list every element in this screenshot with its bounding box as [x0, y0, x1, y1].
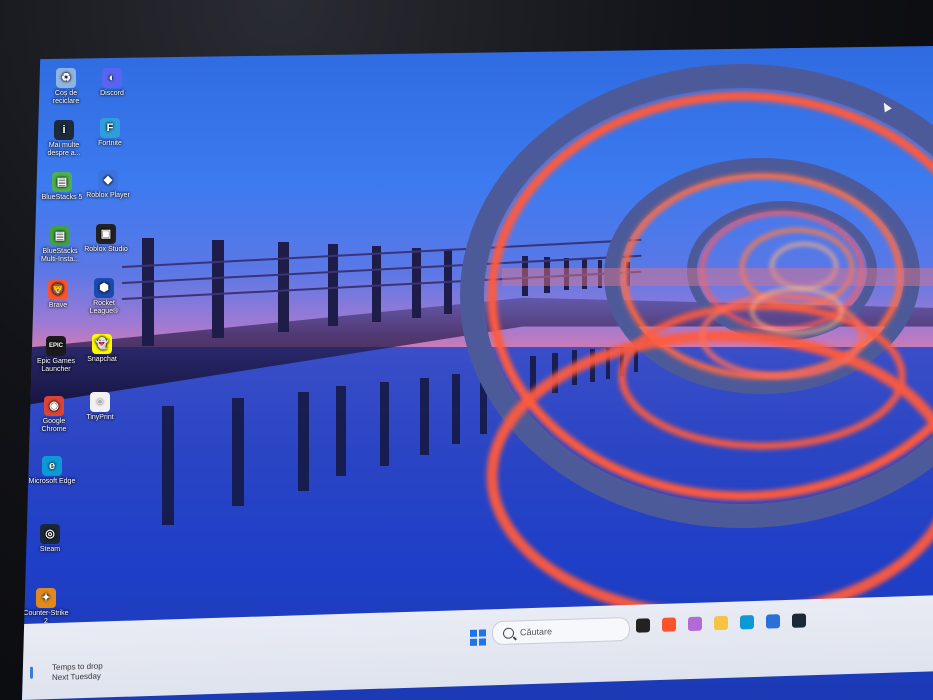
desktop-icon-edge[interactable]: e Microsoft Edge [28, 456, 76, 486]
desktop-icon-bluestacks[interactable]: ▤ BlueStacks 5 [38, 172, 86, 202]
search-placeholder: Căutare [520, 626, 553, 638]
desktop-icon-steam[interactable]: ◎ Steam [26, 524, 74, 554]
snapchat-icon: 👻 [92, 334, 112, 354]
desktop-icon-label: Rocket League® [89, 300, 119, 315]
file-explorer-icon[interactable] [714, 615, 728, 631]
windows-start-icon[interactable] [470, 629, 486, 646]
roblox-studio-icon: ▣ [96, 224, 116, 244]
copilot-icon[interactable] [688, 616, 702, 632]
desktop-icon-label: Roblox Player [86, 192, 130, 199]
epic-games-icon: EPIC [46, 336, 66, 356]
desktop-icon-label: Mai multe despre a... [47, 142, 81, 157]
desktop-icon-recycle-bin[interactable]: ♻ Coș de reciclare [42, 68, 90, 106]
roblox-icon: ◆ [98, 170, 118, 190]
store-icon[interactable] [766, 614, 780, 629]
desktop-icon-rocket-league[interactable]: ⬢ Rocket League® [80, 278, 128, 316]
desktop-icon-label: Discord [100, 90, 124, 97]
desktop-icon-epic-games[interactable]: EPIC Epic Games Launcher [32, 336, 80, 374]
desktop-icon-brave[interactable]: 🦁 Brave [34, 280, 82, 310]
recycle-bin-icon: ♻ [56, 68, 76, 88]
search-icon [503, 627, 514, 639]
desktop-icon-label: Microsoft Edge [28, 478, 76, 485]
rocket-league-icon: ⬢ [94, 278, 114, 298]
desktop-icon-discord[interactable]: ◐ Discord [88, 68, 136, 98]
desktop-icon-label: Brave [48, 302, 68, 309]
counter-strike-icon: ✦ [36, 588, 56, 608]
fortnite-icon: F [100, 118, 120, 138]
desktop-icon-label: Steam [39, 546, 61, 553]
brave-taskbar-icon[interactable] [662, 617, 676, 632]
desktop-icon-counter-strike[interactable]: ✦ Counter-Strike 2 [22, 588, 70, 626]
desktop-icon-label: Roblox Studio [84, 246, 128, 253]
desktop-icon-snapchat[interactable]: 👻 Snapchat [78, 334, 126, 364]
desktop-icon-roblox-studio[interactable]: ▣ Roblox Studio [82, 224, 130, 254]
desktop-icon-label: Google Chrome [41, 418, 67, 433]
brave-icon: 🦁 [48, 280, 68, 300]
desktop-icon-label: Fortnite [98, 140, 122, 147]
desktop-screen: ♻ Coș de reciclare ◐ Discord i Mai multe desp… [22, 46, 933, 700]
desktop-icon-label: Snapchat [87, 356, 117, 363]
desktop-icon-chrome[interactable]: ◉ Google Chrome [30, 396, 78, 434]
thermometer-icon [30, 666, 33, 679]
desktop-icon-label: Epic Games Launcher [36, 358, 76, 373]
desktop-icon-label: Coș de reciclare [52, 90, 80, 105]
weather-line2: Next Tuesday [52, 671, 101, 683]
desktop-icon-label: BlueStacks 5 [41, 194, 83, 201]
desktop-icon-info[interactable]: i Mai multe despre a... [40, 120, 88, 158]
bluestacks-icon: ▤ [52, 172, 72, 192]
desktop-icon-area: ♻ Coș de reciclare ◐ Discord i Mai multe desp… [22, 46, 142, 700]
edge-icon: e [42, 456, 62, 476]
desktop-icon-fortnite[interactable]: F Fortnite [86, 118, 134, 148]
desktop-icon-tinyprint[interactable]: ○ TinyPrint [76, 392, 124, 422]
desktop-icon-bluestacks-multi[interactable]: ▤ BlueStacks Multi-Insta... [36, 226, 84, 264]
desktop-icon-roblox[interactable]: ◆ Roblox Player [84, 170, 132, 200]
info-icon: i [54, 120, 74, 140]
steam-taskbar-icon[interactable] [792, 613, 806, 628]
tinyprint-icon: ○ [90, 392, 110, 412]
discord-icon: ◐ [102, 68, 122, 88]
chrome-icon: ◉ [44, 396, 64, 416]
weather-widget[interactable]: Temps to drop Next Tuesday [30, 661, 103, 683]
desktop-icon-label: BlueStacks Multi-Insta... [40, 248, 80, 263]
task-view-icon[interactable] [636, 618, 650, 633]
desktop-icon-label: TinyPrint [86, 414, 114, 421]
steam-icon: ◎ [40, 524, 60, 544]
bluestacks-multi-icon: ▤ [50, 226, 70, 246]
taskbar-search[interactable]: Căutare [492, 616, 630, 646]
edge-taskbar-icon[interactable] [740, 614, 754, 630]
